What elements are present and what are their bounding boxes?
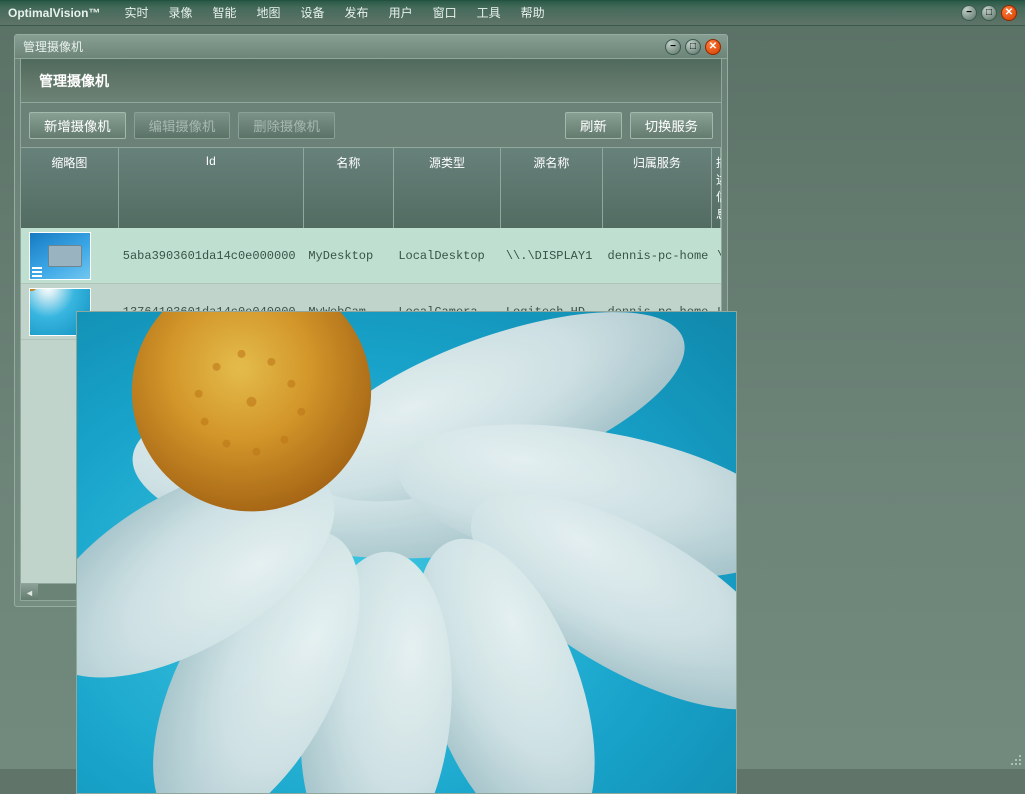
app-minimize-button[interactable]: − [961,5,977,21]
col-id[interactable]: Id [119,148,304,228]
cell-sname: \\.\DISPLAY1 [502,249,604,263]
col-name[interactable]: 名称 [304,148,394,228]
menu-item-device[interactable]: 设备 [291,0,335,25]
camera-preview-popup[interactable] [76,311,737,794]
menu-item-help[interactable]: 帮助 [511,0,555,25]
panel-header: 管理摄像机 [20,59,722,103]
panel-toolbar: 新增摄像机 编辑摄像机 删除摄像机 刷新 切换服务 [20,103,722,147]
col-source-name[interactable]: 源名称 [501,148,603,228]
app-title: OptimalVision™ [8,6,100,20]
inner-close-button[interactable]: ✕ [705,39,721,55]
col-thumbnail[interactable]: 缩略图 [21,148,119,228]
menu-item-map[interactable]: 地图 [247,0,291,25]
thumbnail-icon [29,232,91,280]
edit-camera-button[interactable]: 编辑摄像机 [134,112,231,139]
col-source-type[interactable]: 源类型 [394,148,501,228]
menu-item-user[interactable]: 用户 [379,0,423,25]
panel-title: 管理摄像机 [39,71,109,91]
menu-item-realtime[interactable]: 实时 [114,0,158,25]
col-service[interactable]: 归属服务 [603,148,712,228]
table-row[interactable]: 5aba3903601da14c0e000000 MyDesktop Local… [21,228,721,284]
menu-item-record[interactable]: 录像 [158,0,202,25]
scroll-left-button[interactable]: ◄ [21,584,38,601]
resize-grip-icon [1009,753,1023,767]
cell-svc: dennis-pc-home [604,249,713,263]
workspace: 管理摄像机 − □ ✕ 管理摄像机 新增摄像机 编辑摄像机 删除摄像机 刷新 切… [0,26,1025,769]
camera-preview-image [77,312,736,794]
menu-item-publish[interactable]: 发布 [335,0,379,25]
refresh-button[interactable]: 刷新 [565,112,622,139]
inner-title-bar[interactable]: 管理摄像机 − □ ✕ [15,35,727,59]
app-maximize-button[interactable]: □ [981,5,997,21]
app-title-bar: OptimalVision™ 实时 录像 智能 地图 设备 发布 用户 窗口 工… [0,0,1025,26]
col-desc[interactable]: 描述信息 [712,148,721,228]
inner-window-title: 管理摄像机 [23,38,83,55]
inner-minimize-button[interactable]: − [665,39,681,55]
menu-item-window[interactable]: 窗口 [423,0,467,25]
cell-name: MyDesktop [304,249,394,263]
add-camera-button[interactable]: 新增摄像机 [29,112,126,139]
cell-id: 5aba3903601da14c0e000000 [119,249,305,263]
switch-service-button[interactable]: 切换服务 [630,112,713,139]
delete-camera-button[interactable]: 删除摄像机 [238,112,335,139]
main-menu: 实时 录像 智能 地图 设备 发布 用户 窗口 工具 帮助 [114,0,554,25]
cell-desc: \\.\DISPLAY1 [713,249,721,263]
menu-item-tools[interactable]: 工具 [467,0,511,25]
cell-stype: LocalDesktop [394,249,502,263]
menu-item-smart[interactable]: 智能 [203,0,247,25]
app-close-button[interactable]: ✕ [1001,5,1017,21]
inner-maximize-button[interactable]: □ [685,39,701,55]
